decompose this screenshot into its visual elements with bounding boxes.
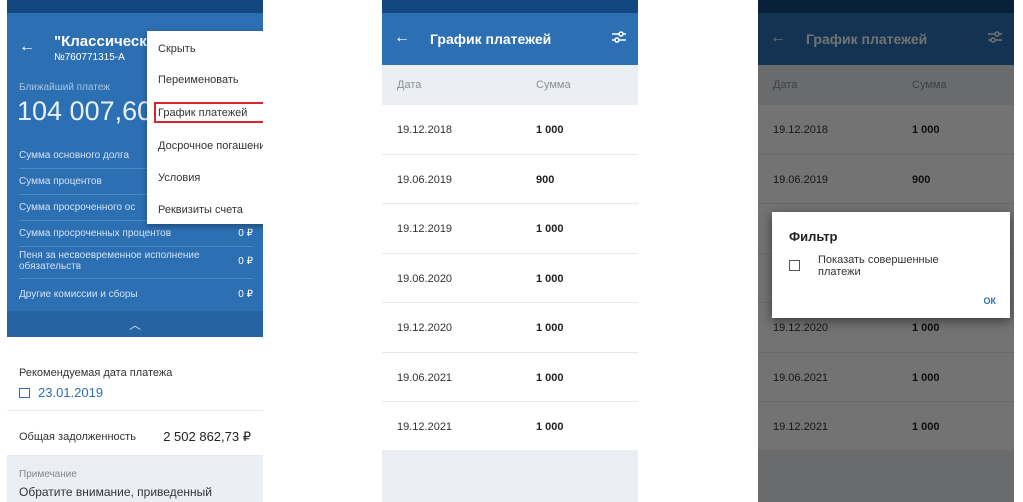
app-bar: ← График платежей xyxy=(382,13,638,65)
kv-value: 0 ₽ xyxy=(238,256,253,267)
table-row[interactable]: 19.06.2019 900 xyxy=(382,154,638,204)
total-debt-value: 2 502 862,73 ₽ xyxy=(163,429,251,444)
kv-value: 0 ₽ xyxy=(238,228,253,239)
row-date: 19.06.2020 xyxy=(397,272,453,285)
kv-label: Сумма основного долга xyxy=(19,150,130,161)
table-row[interactable]: 19.12.2020 1 000 xyxy=(382,303,638,353)
table-row[interactable]: 19.06.2020 1 000 xyxy=(382,253,638,303)
kv-label: Сумма процентов xyxy=(19,176,102,187)
checkbox-icon[interactable] xyxy=(789,260,800,271)
row-sum: 1 000 xyxy=(536,124,564,136)
menu-item-requisites[interactable]: Реквизиты счета xyxy=(158,204,243,216)
chevron-up-icon[interactable]: ︿ xyxy=(7,316,263,338)
screen-loan-details: ← "Классически №760771315-А Ближайший пл… xyxy=(7,0,263,502)
row-date: 19.12.2018 xyxy=(397,124,453,136)
nearest-payment-amount: 104 007,60 xyxy=(17,96,153,126)
filter-dialog: Фильтр Показать совершенные платежи ОК xyxy=(772,212,1010,318)
back-arrow-icon[interactable]: ← xyxy=(394,29,410,47)
kv-row: Сумма просроченных процентов 0 ₽ xyxy=(19,222,253,247)
status-bar xyxy=(7,0,263,13)
back-arrow-icon[interactable]: ← xyxy=(19,38,35,56)
loan-title: "Классически xyxy=(54,33,156,50)
kv-value: 0 ₽ xyxy=(238,289,253,300)
note-block: Примечание Обратите внимание, приведенны… xyxy=(7,456,263,502)
kv-row: Пеня за несвоевременное исполнение обяза… xyxy=(19,250,253,279)
table-row[interactable]: 19.12.2019 1 000 xyxy=(382,204,638,254)
screen-schedule-filter: ← График платежей Дата Сумма 19.12.20181… xyxy=(758,0,1014,502)
kv-label: Сумма просроченного ос xyxy=(19,202,136,213)
total-debt-label: Общая задолженность xyxy=(19,431,136,443)
menu-item-rename[interactable]: Переименовать xyxy=(158,74,239,86)
row-date: 19.12.2021 xyxy=(397,421,453,433)
table-header: Дата Сумма xyxy=(382,65,638,105)
note-text: Обратите внимание, приведенный xyxy=(19,485,212,499)
recommended-date-label: Рекомендуемая дата платежа xyxy=(19,367,173,379)
row-sum: 1 000 xyxy=(536,322,564,334)
row-sum: 900 xyxy=(536,173,555,186)
menu-item-payment-schedule[interactable]: График платежей xyxy=(158,107,247,119)
note-label: Примечание xyxy=(19,469,77,480)
kv-label: Сумма просроченных процентов xyxy=(19,228,172,239)
calendar-icon xyxy=(19,388,30,398)
table-row[interactable]: 19.06.2021 1 000 xyxy=(382,352,638,402)
menu-item-early-repayment[interactable]: Досрочное погашение xyxy=(158,140,263,152)
loan-number: №760771315-А xyxy=(54,52,125,63)
recommended-date-card: Рекомендуемая дата платежа 23.01.2019 xyxy=(7,337,263,411)
menu-item-hide[interactable]: Скрыть xyxy=(158,43,196,55)
ok-button[interactable]: ОК xyxy=(984,296,997,306)
total-debt-row: Общая задолженность 2 502 862,73 ₽ xyxy=(7,411,263,456)
recommended-date-value[interactable]: 23.01.2019 xyxy=(38,385,103,400)
kv-label: Другие комиссии и сборы xyxy=(19,289,138,300)
nearest-payment-label: Ближайший платеж xyxy=(19,82,110,93)
row-date: 19.06.2019 xyxy=(397,173,453,186)
screen-payment-schedule: ← График платежей Дата Сумма 19.12.2018 1… xyxy=(382,0,638,502)
empty-area xyxy=(382,450,638,502)
row-sum: 1 000 xyxy=(536,371,564,384)
row-sum: 1 000 xyxy=(536,272,564,285)
dialog-title: Фильтр xyxy=(789,229,838,244)
row-date: 19.12.2020 xyxy=(397,322,453,334)
row-date: 19.12.2019 xyxy=(397,223,453,235)
status-bar xyxy=(382,0,638,13)
kv-label: Пеня за несвоевременное исполнение обяза… xyxy=(19,250,200,272)
col-date-header: Дата xyxy=(397,79,422,91)
filter-icon[interactable] xyxy=(610,27,628,47)
row-date: 19.06.2021 xyxy=(397,371,453,384)
page-title: График платежей xyxy=(430,31,552,47)
row-sum: 1 000 xyxy=(536,223,564,235)
row-sum: 1 000 xyxy=(536,421,564,433)
kv-row: Другие комиссии и сборы 0 ₽ xyxy=(19,283,253,307)
table-row[interactable]: 19.12.2021 1 000 xyxy=(382,402,638,452)
show-completed-label[interactable]: Показать совершенные платежи xyxy=(818,254,968,278)
table-row[interactable]: 19.12.2018 1 000 xyxy=(382,105,638,155)
col-sum-header: Сумма xyxy=(536,79,571,91)
menu-item-conditions[interactable]: Условия xyxy=(158,172,200,184)
overflow-menu: Скрыть Переименовать График платежей Дос… xyxy=(147,31,263,224)
